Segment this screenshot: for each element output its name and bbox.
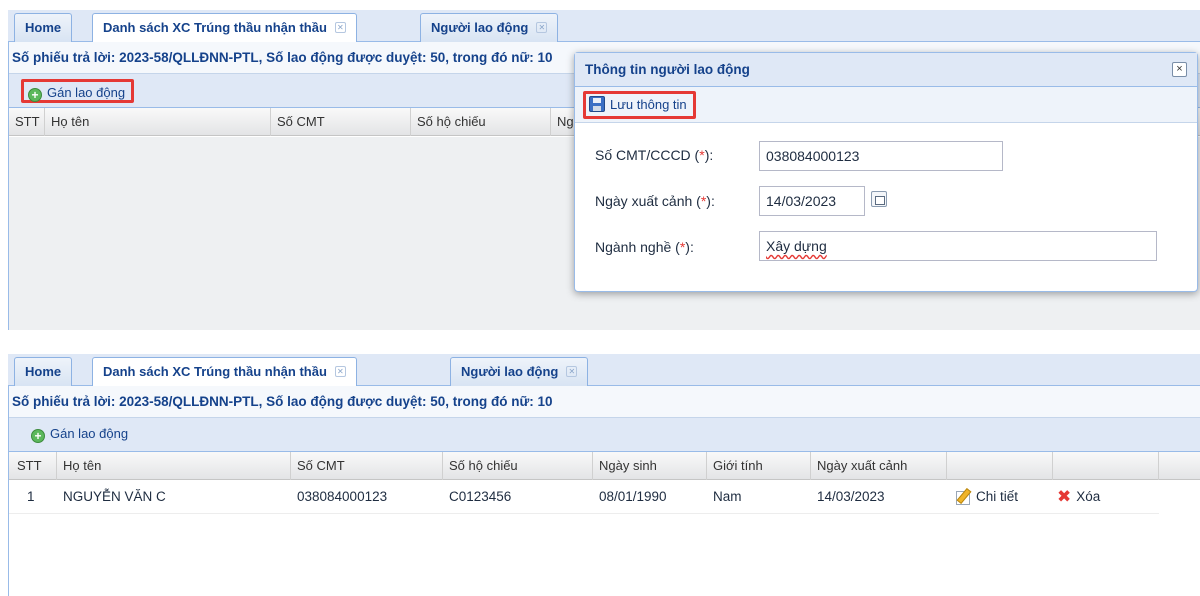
tab-label: Người lao động [461,364,559,379]
tab-bar: Home Danh sách XC Trúng thầu nhận thầu ✕ … [8,10,1200,43]
tab-close-icon[interactable]: ✕ [536,22,548,33]
tab-label: Home [25,364,62,379]
save-info-label: Lưu thông tin [610,97,687,112]
cell-cmt: 038084000123 [297,489,388,504]
column-header-name[interactable]: Họ tên [45,108,271,136]
column-header-departure[interactable]: Ngày xuất cảnh [811,452,947,480]
label-text: Số CMT/CCCD ( [595,147,700,163]
plus-circle-icon: + [28,88,42,102]
tab-home[interactable]: Home [14,13,73,42]
detail-link[interactable]: Chi tiết [949,480,1018,514]
tab-close-icon[interactable]: ✕ [566,366,578,377]
assign-worker-button[interactable]: + Gán lao động [21,79,135,103]
cell-gender: Nam [713,489,742,504]
tab-nguoi-lao-dong[interactable]: Người lao động ✕ [420,13,559,42]
occupation-field[interactable]: Xây dựng [759,231,1157,261]
column-header-cmt[interactable]: Số CMT [291,452,443,480]
cell-dob: 08/01/1990 [599,489,667,504]
label-text: Ngày xuất cảnh ( [595,193,701,209]
worker-info-dialog: Thông tin người lao động × Lưu thông tin… [574,52,1198,292]
red-x-delete-icon: ✖ [1057,487,1072,506]
column-header-passport[interactable]: Số hộ chiếu [411,108,551,136]
save-info-button[interactable]: Lưu thông tin [583,91,696,119]
departure-date-field[interactable]: 14/03/2023 [759,186,865,216]
assign-worker-label: Gán lao động [47,85,126,100]
delete-label: Xóa [1076,489,1101,504]
table-row[interactable]: 1 NGUYỄN VĂN C 038084000123 C0123456 08/… [9,480,1159,514]
column-header-detail [947,452,1053,480]
departure-date-label: Ngày xuất cảnh (*): [595,185,715,217]
column-header-passport[interactable]: Số hộ chiếu [443,452,593,480]
tab-label: Home [25,20,62,35]
label-suffix: ): [685,239,694,255]
column-header-stt[interactable]: STT [9,452,57,480]
top-screenshot: Home Danh sách XC Trúng thầu nhận thầu ✕ … [0,0,1200,330]
bottom-screenshot: Home Danh sách XC Trúng thầu nhận thầu ✕ … [0,346,1200,596]
id-number-label: Số CMT/CCCD (*): [595,139,713,171]
floppy-disk-icon [589,96,605,112]
tab-home[interactable]: Home [14,357,73,386]
tab-close-icon[interactable]: ✕ [334,366,346,377]
cell-departure: 14/03/2023 [817,489,885,504]
tab-label: Danh sách XC Trúng thầu nhận thầu [103,364,327,379]
column-header-dob[interactable]: Ngày sinh [593,452,707,480]
cell-stt: 1 [27,489,35,504]
info-bar: Số phiếu trả lời: 2023-58/QLLĐNN-PTL, Số… [9,386,1200,418]
assign-worker-button[interactable]: + Gán lao động [27,423,134,447]
occupation-value: Xây dựng [766,238,827,254]
main-pane: Số phiếu trả lời: 2023-58/QLLĐNN-PTL, Số… [8,386,1200,596]
pencil-edit-icon [955,488,971,505]
column-header-name[interactable]: Họ tên [57,452,291,480]
tab-nguoi-lao-dong[interactable]: Người lao động ✕ [450,357,589,386]
tab-label: Danh sách XC Trúng thầu nhận thầu [103,20,327,35]
delete-link[interactable]: ✖ Xóa [1051,480,1100,514]
column-header-cmt[interactable]: Số CMT [271,108,411,136]
cell-name: NGUYỄN VĂN C [63,489,166,504]
column-header-gender[interactable]: Giới tính [707,452,811,480]
grid-toolbar: + Gán lao động [9,418,1200,452]
label-text: Ngành nghề ( [595,239,680,255]
calendar-icon[interactable] [871,191,887,207]
assign-worker-label: Gán lao động [50,426,129,441]
column-header-delete [1053,452,1159,480]
cell-passport: C0123456 [449,489,512,504]
plus-circle-icon: + [31,429,45,443]
column-header-stt[interactable]: STT [9,108,45,136]
tab-danh-sach-xc[interactable]: Danh sách XC Trúng thầu nhận thầu ✕ [92,357,357,387]
dialog-title: Thông tin người lao động [585,62,750,77]
label-suffix: ): [704,147,714,163]
tab-close-icon[interactable]: ✕ [334,22,346,33]
dialog-toolbar: Lưu thông tin [575,87,1197,123]
tab-bar: Home Danh sách XC Trúng thầu nhận thầu ✕ … [8,354,1200,387]
id-number-field[interactable]: 038084000123 [759,141,1003,171]
tab-label: Người lao động [431,20,529,35]
dialog-titlebar[interactable]: Thông tin người lao động × [575,53,1197,87]
detail-label: Chi tiết [976,489,1019,504]
occupation-label: Ngành nghề (*): [595,231,694,263]
label-suffix: ): [706,193,715,209]
close-icon[interactable]: × [1172,62,1187,77]
tab-danh-sach-xc[interactable]: Danh sách XC Trúng thầu nhận thầu ✕ [92,13,357,43]
grid-header: STT Họ tên Số CMT Số hộ chiếu Ngày sinh … [9,452,1200,480]
